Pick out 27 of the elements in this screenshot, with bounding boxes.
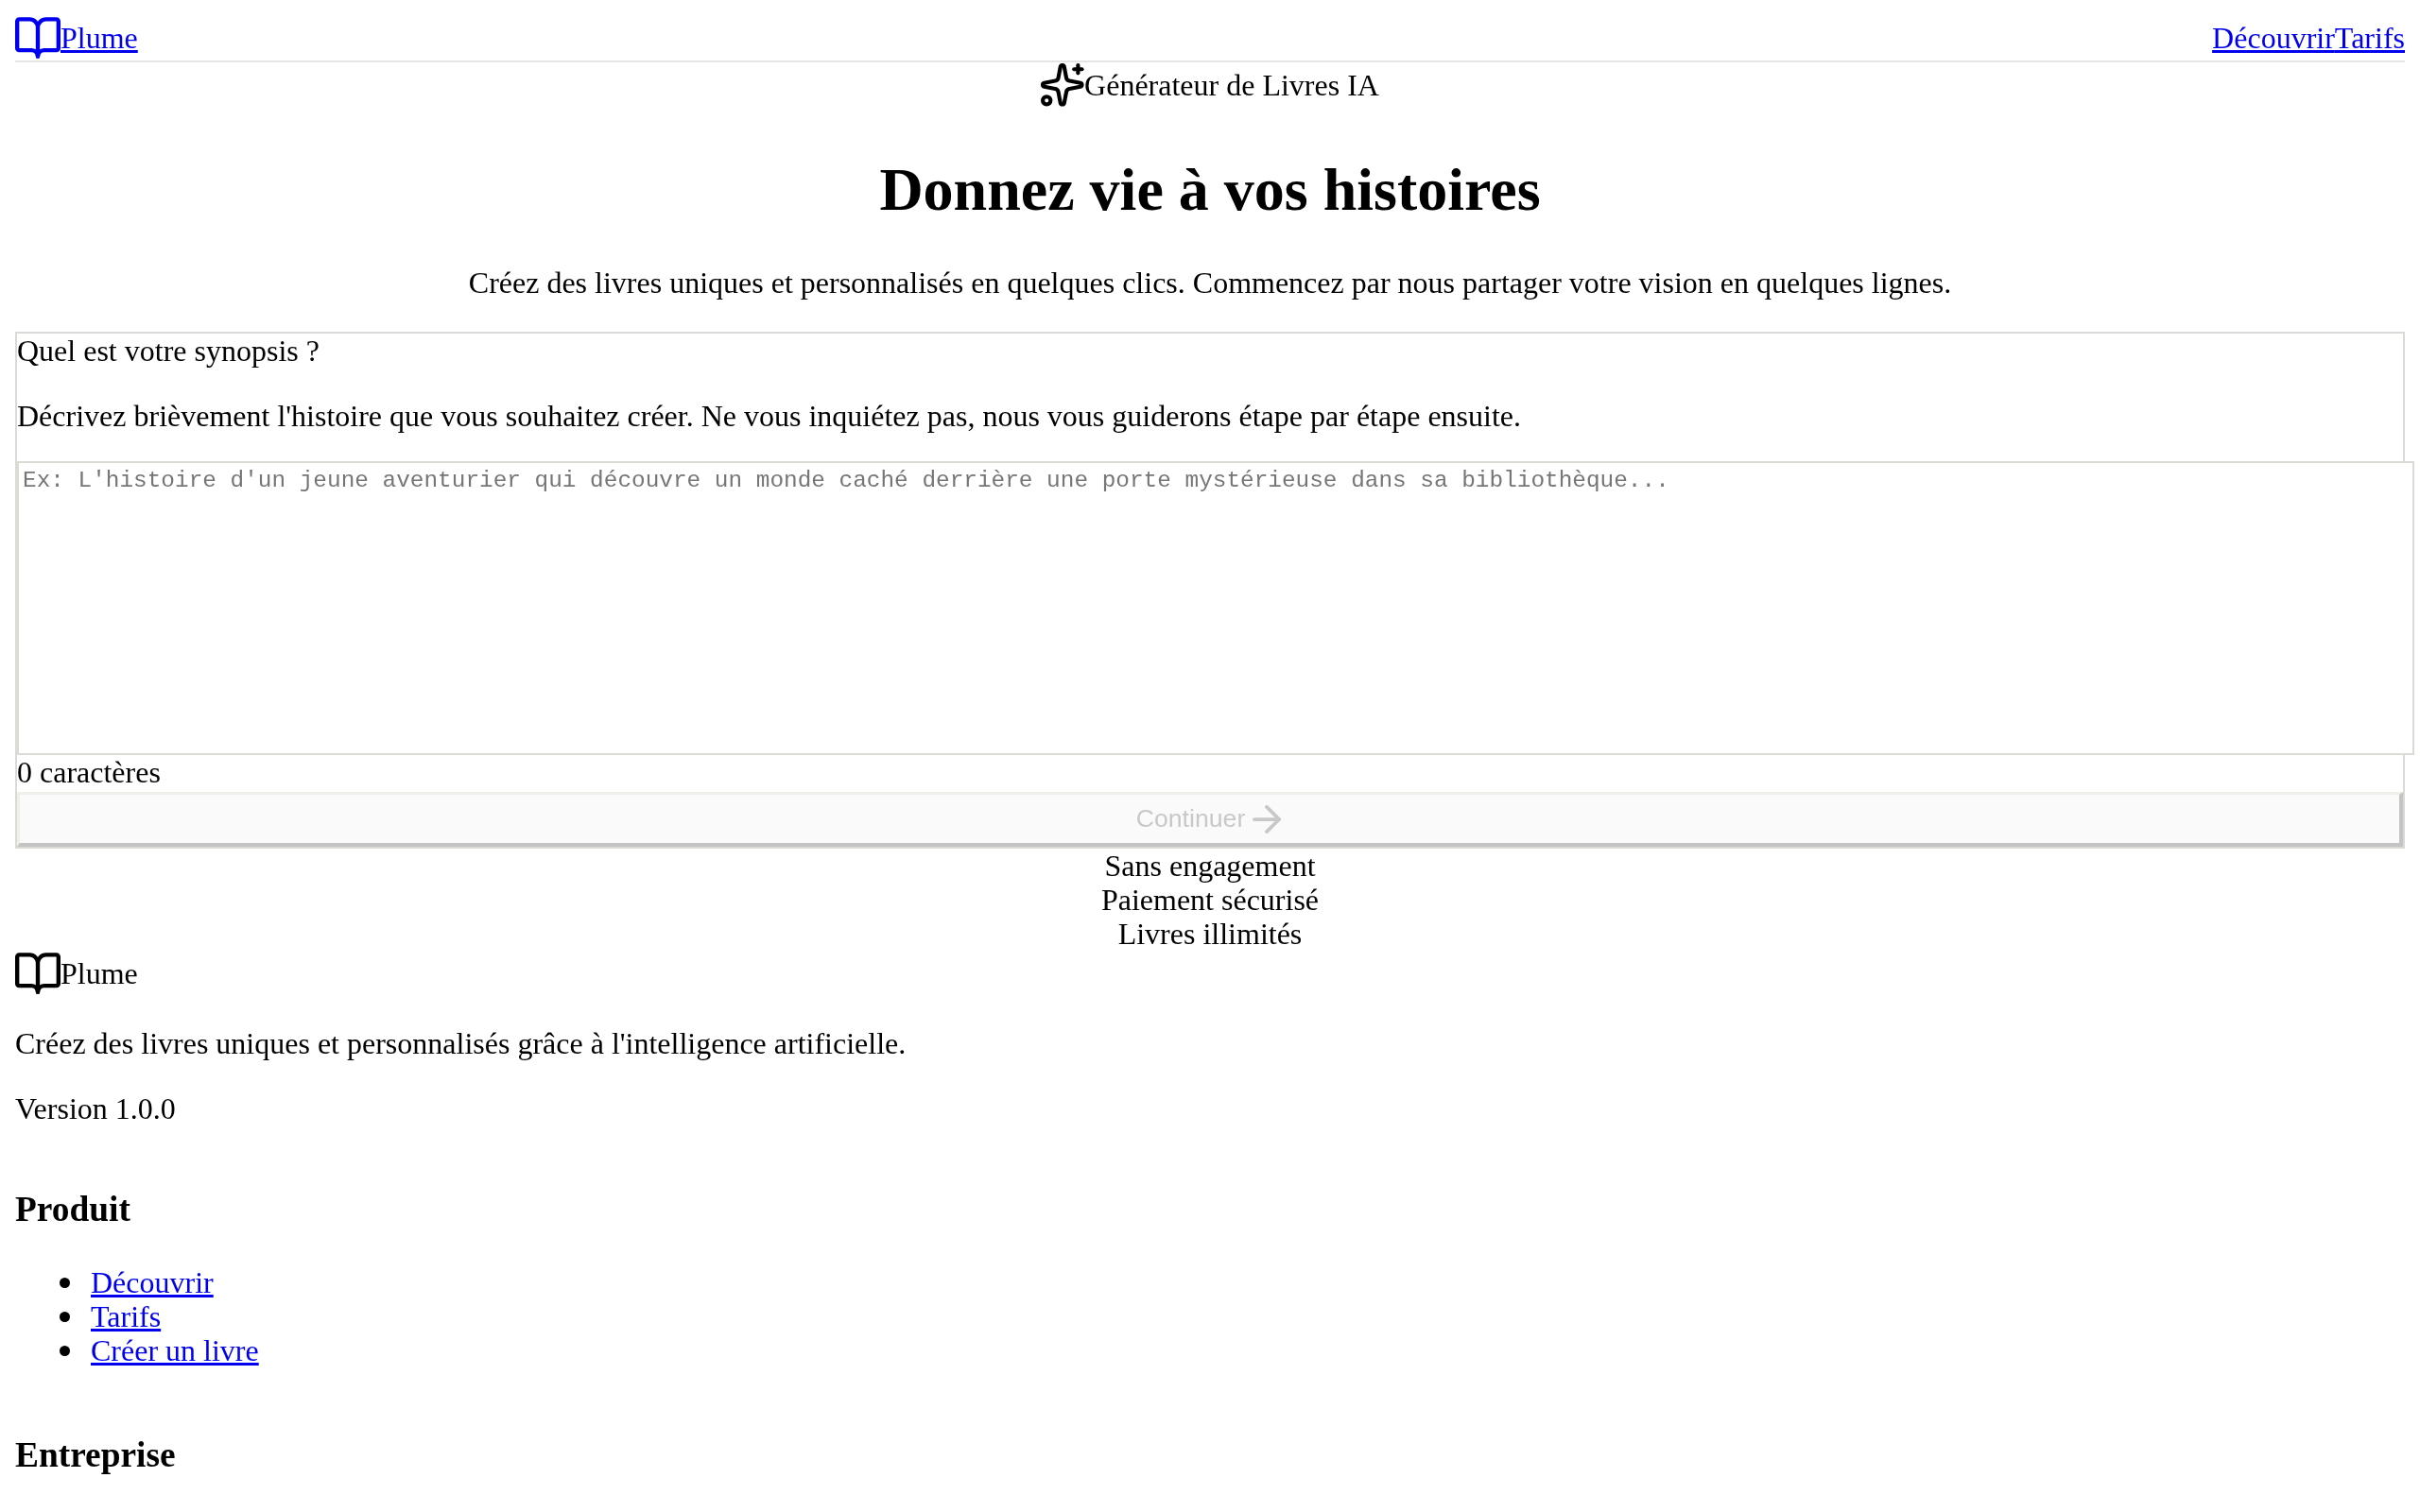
footer-link[interactable]: Découvrir	[91, 1265, 214, 1299]
footer-tagline: Créez des livres uniques et personnalisés grâce à l'intelligence artificielle.	[15, 1026, 907, 1061]
char-count: 0 caractères	[17, 755, 161, 790]
version-text: Version 1.0.0	[15, 1091, 176, 1126]
hero-title: Donnez vie à vos histoires	[878, 155, 1542, 225]
logo-link[interactable]: Plume	[15, 17, 138, 59]
nav-link[interactable]: Découvrir	[2212, 20, 2335, 56]
hero-subtitle: Créez des livres uniques et personnalisés en quelques clics. Commencez par nous partager votre vision en quelques lignes.	[467, 266, 1953, 301]
bullet-icon	[60, 1311, 70, 1322]
section-heading: Produit	[15, 1189, 130, 1229]
badge-text: Générateur de Livres IA	[1084, 67, 1379, 103]
footer-link[interactable]: Créer un livre	[91, 1333, 259, 1367]
bullet-icon	[60, 1345, 70, 1356]
brand-name: Plume	[60, 955, 138, 991]
bullet-icon	[60, 1277, 70, 1288]
footer-link[interactable]: Tarifs	[91, 1299, 162, 1333]
perk-text: Sans engagement	[1104, 849, 1316, 883]
section-heading: Entreprise	[15, 1435, 176, 1475]
sparkles-icon	[1041, 63, 1085, 107]
book-icon	[15, 17, 60, 59]
book-icon	[15, 953, 60, 994]
nav-link[interactable]: Tarifs	[2334, 20, 2405, 56]
field-description: Décrivez brièvement l'histoire que vous souhaitez créer. Ne vous inquiétez pas, nous vous guiderons étape par étape ensuite.	[17, 399, 1521, 434]
field-label: Quel est votre synopsis ?	[17, 334, 320, 369]
perk-text: Paiement sécurisé	[1100, 883, 1320, 917]
perk-text: Livres illimités	[1117, 917, 1303, 951]
synopsis-field[interactable]: Ex: L'histoire d'un jeune aventurier qui découvre un monde caché derrière une porte mystérieuse dans sa bibliothèque...	[17, 461, 2414, 755]
